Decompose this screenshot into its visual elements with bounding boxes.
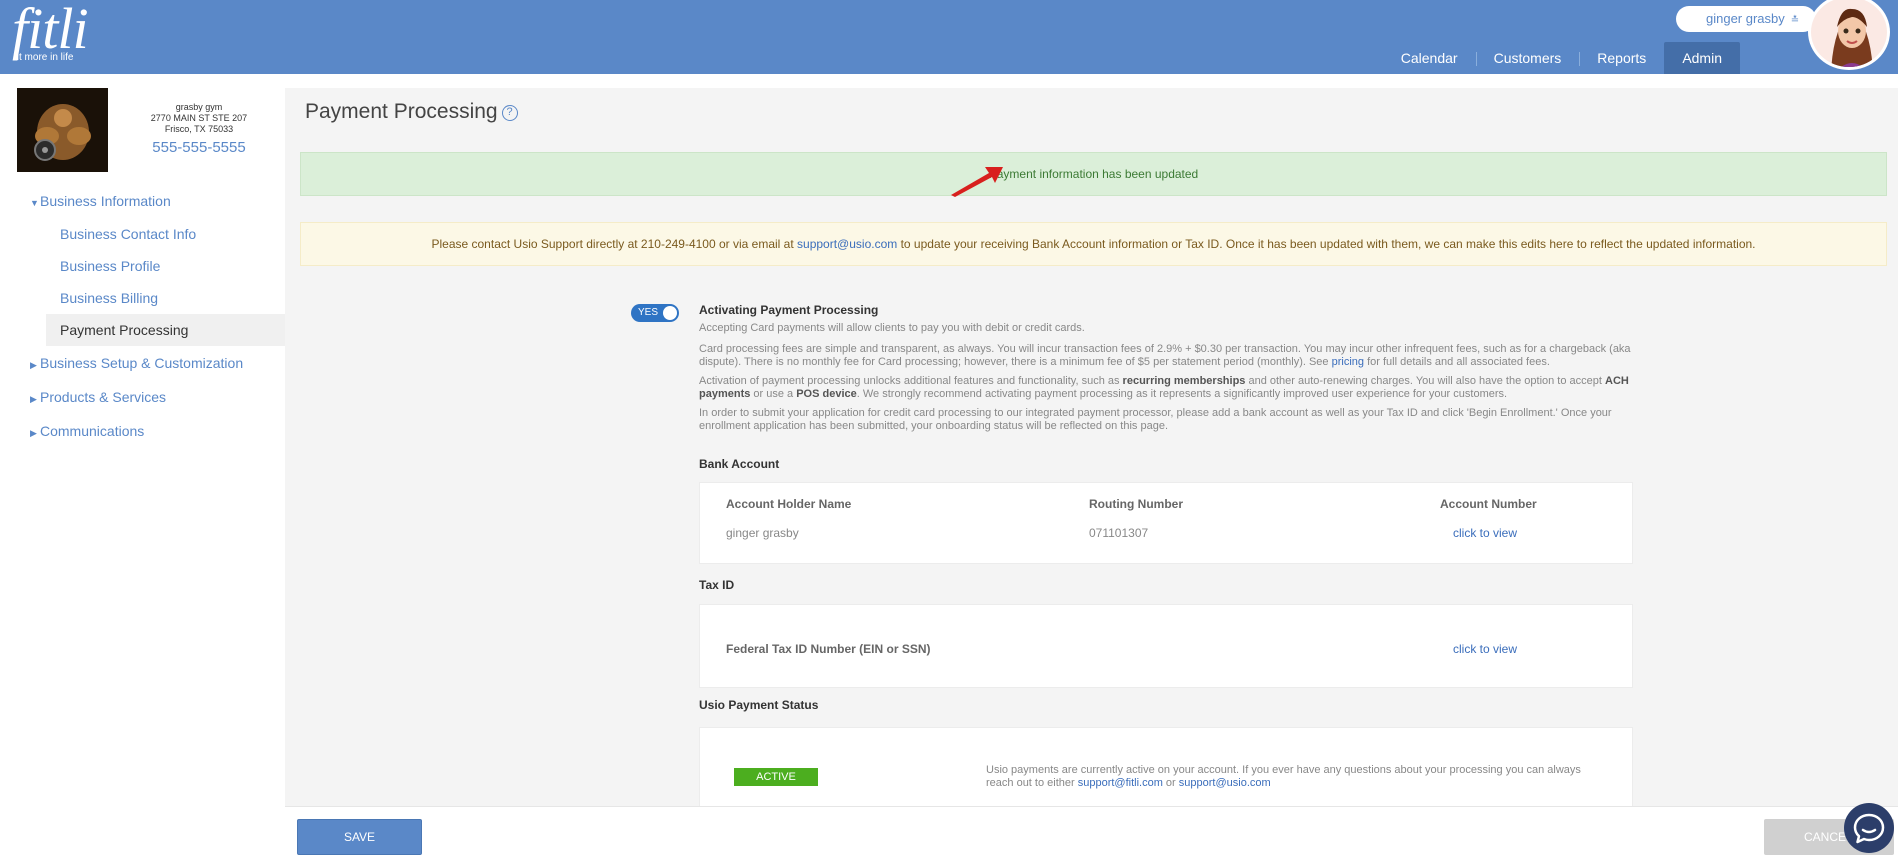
toggle-label: YES (638, 307, 659, 318)
chevron-down-icon: ≛ (1790, 15, 1800, 26)
top-header: fitli fit more in life ginger grasby ≛ Ca… (0, 0, 1898, 74)
pricing-link[interactable]: pricing (1332, 356, 1364, 368)
bank-account-card: Account Holder Name Routing Number Accou… (699, 482, 1633, 564)
para-enrollment: In order to submit your application for … (699, 407, 1612, 432)
account-number-view-link[interactable]: click to view (1453, 526, 1517, 540)
nav-calendar[interactable]: Calendar (1383, 42, 1476, 74)
chat-button[interactable] (1844, 803, 1894, 853)
sidebar-item-business-profile[interactable]: Business Profile (0, 250, 285, 282)
sidebar-item-label: Communications (40, 423, 145, 439)
bodybuilder-logo-icon (17, 88, 108, 172)
payment-processing-toggle[interactable]: YES (631, 304, 679, 322)
para-features-a: Activation of payment processing unlocks… (699, 375, 1123, 387)
fitli-logo[interactable]: fitli fit more in life (12, 0, 89, 63)
toggle-knob (663, 306, 677, 320)
user-menu-button[interactable]: ginger grasby ≛ (1676, 6, 1816, 32)
caret-right-icon: ▶ (30, 428, 37, 438)
status-badge: ACTIVE (734, 768, 818, 786)
save-button[interactable]: SAVE (297, 819, 422, 855)
col-account-holder-name: Account Holder Name (726, 497, 852, 511)
routing-number-value: 071101307 (1089, 526, 1149, 540)
page-title-text: Payment Processing (305, 100, 498, 123)
activation-description: Activating Payment Processing Accepting … (699, 304, 1639, 433)
sidebar-item-communications[interactable]: ▶ Communications (0, 414, 285, 448)
logo-text: fitli (12, 0, 89, 61)
para-features-c: and other auto-renewing charges. You wil… (1245, 375, 1605, 387)
nav-customers[interactable]: Customers (1475, 42, 1580, 74)
sidebar-item-label: Business Information (40, 193, 171, 209)
footer-bar (285, 806, 1898, 865)
sidebar: grasby gym 2770 MAIN ST STE 207 Frisco, … (0, 74, 285, 865)
para-accepting-cards: Accepting Card payments will allow clien… (699, 322, 1085, 334)
business-name: grasby gym (175, 102, 223, 112)
account-holder-value: ginger grasby (726, 526, 799, 540)
usio-support-email-link-2[interactable]: support@usio.com (1179, 777, 1271, 789)
caret-down-icon: ▼ (30, 198, 39, 208)
success-message: Payment information has been updated (988, 167, 1199, 181)
sidebar-item-business-information[interactable]: ▼Business Information (0, 184, 285, 218)
para-features-e: or use a (750, 388, 797, 400)
sidebar-item-business-contact-info[interactable]: Business Contact Info (0, 218, 285, 250)
sidebar-item-business-setup[interactable]: ▶ Business Setup & Customization (0, 346, 285, 380)
usio-status-card: ACTIVE Usio payments are currently activ… (699, 727, 1633, 806)
nav-admin[interactable]: Admin (1664, 42, 1740, 74)
help-icon[interactable]: ? (501, 105, 518, 121)
status-text-or: or (1162, 777, 1179, 789)
recurring-memberships-text: recurring memberships (1122, 375, 1246, 387)
status-text: Usio payments are currently active on yo… (986, 764, 1606, 790)
sidebar-item-label: Business Setup & Customization (40, 355, 244, 371)
avatar[interactable] (1808, 0, 1890, 70)
sidebar-item-products-services[interactable]: ▶ Products & Services (0, 380, 285, 414)
business-address-line1: 2770 MAIN ST STE 207 (150, 113, 248, 123)
nav-reports[interactable]: Reports (1579, 42, 1664, 74)
caret-right-icon: ▶ (30, 360, 37, 370)
para-features: Activation of payment processing unlocks… (699, 375, 1639, 401)
para-fees-text-end: for full details and all associated fees… (1364, 356, 1550, 368)
activating-heading: Activating Payment Processing (699, 303, 879, 317)
red-arrow-icon (951, 167, 1003, 197)
col-routing-number: Routing Number (1089, 497, 1183, 511)
tax-id-view-link[interactable]: click to view (1453, 642, 1517, 656)
sidebar-item-label: Products & Services (40, 389, 167, 405)
usio-support-email-link[interactable]: support@usio.com (797, 237, 897, 251)
para-features-g: . We strongly recommend activating payme… (856, 388, 1508, 400)
tax-id-heading: Tax ID (699, 578, 735, 592)
usio-status-heading: Usio Payment Status (699, 698, 819, 712)
business-phone[interactable]: 555-555-5555 (140, 137, 258, 159)
business-address-line2: Frisco, TX 75033 (164, 124, 234, 134)
user-name: ginger grasby (1706, 11, 1785, 26)
bank-account-heading: Bank Account (699, 457, 780, 471)
tax-id-card: Federal Tax ID Number (EIN or SSN) click… (699, 604, 1633, 688)
warning-text-post: to update your receiving Bank Account in… (897, 237, 1756, 251)
business-info: grasby gym 2770 MAIN ST STE 207 Frisco, … (140, 102, 258, 159)
fitli-support-email-link[interactable]: support@fitli.com (1078, 777, 1163, 789)
success-alert: Payment information has been updated (300, 152, 1887, 197)
warning-text-pre: Please contact Usio Support directly at … (431, 237, 798, 251)
business-logo (17, 88, 108, 172)
main-nav: Calendar Customers Reports Admin (1383, 42, 1740, 74)
main-content: Payment Processing? Payment information … (285, 88, 1898, 806)
avatar-illustration-icon (1831, 8, 1873, 67)
chat-bubble-icon (1853, 813, 1885, 844)
caret-right-icon: ▶ (30, 394, 37, 404)
federal-tax-id-label: Federal Tax ID Number (EIN or SSN) (726, 642, 931, 656)
para-fees: Card processing fees are simple and tran… (699, 343, 1639, 369)
col-account-number: Account Number (1440, 497, 1537, 511)
sidebar-item-business-billing[interactable]: Business Billing (0, 282, 285, 314)
status-text-body: Usio payments are currently active on yo… (986, 764, 1581, 789)
sidebar-menu: ▼Business Information Business Contact I… (0, 184, 285, 448)
page-title: Payment Processing? (305, 100, 518, 124)
sidebar-item-payment-processing[interactable]: Payment Processing (46, 314, 285, 346)
pos-device-text: POS device (796, 388, 857, 400)
warning-alert: Please contact Usio Support directly at … (300, 222, 1887, 266)
